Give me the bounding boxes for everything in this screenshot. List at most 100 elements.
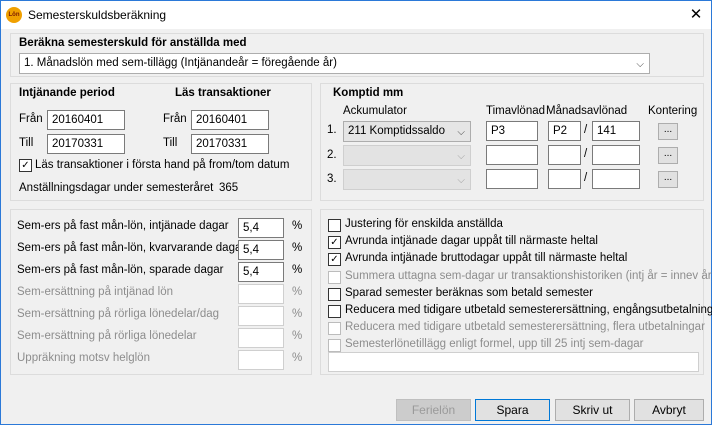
option-checkbox[interactable] bbox=[328, 219, 341, 232]
comp-heading: Komptid mm bbox=[333, 87, 404, 99]
close-icon[interactable]: ✕ bbox=[683, 3, 709, 25]
col-posting: Kontering bbox=[648, 105, 698, 117]
percent-unit: % bbox=[292, 264, 303, 276]
cancel-button[interactable]: Avbryt bbox=[634, 399, 704, 421]
monthly-input-b-1[interactable]: 141 bbox=[592, 121, 640, 141]
rate-label: Sem-ers på fast mån-lön, intjänade dagar bbox=[17, 220, 229, 232]
rates-group: Sem-ers på fast mån-lön, intjänade dagar… bbox=[10, 209, 312, 375]
comp-row-num: 3. bbox=[327, 173, 337, 185]
chevron-down-icon: ⌵ bbox=[457, 175, 465, 186]
monthly-input-a-1[interactable]: P2 bbox=[548, 121, 581, 141]
accumulator-select-3[interactable]: ⌵ bbox=[343, 169, 471, 190]
employment-days-value: 365 bbox=[219, 182, 239, 194]
title-bar: Lön Semesterskuldsberäkning ✕ bbox=[1, 1, 711, 29]
rate-label: Sem-ersättning på rörliga lönedelar bbox=[17, 330, 197, 342]
hourly-input-1[interactable]: P3 bbox=[486, 121, 538, 141]
earning-from-input[interactable]: 20160401 bbox=[47, 110, 125, 130]
monthly-input-b-2[interactable] bbox=[592, 145, 640, 165]
options-group: Justering för enskilda anställda ✓ Avrunda… bbox=[320, 209, 712, 375]
option-checkbox[interactable]: ✓ bbox=[328, 253, 341, 267]
col-accumulator: Ackumulator bbox=[343, 105, 407, 117]
accumulator-select-2[interactable]: ⌵ bbox=[343, 145, 471, 166]
reading-from-label: Från bbox=[163, 113, 187, 125]
accumulator-value-1: 211 Komptidssaldo bbox=[348, 125, 445, 137]
percent-unit: % bbox=[292, 242, 303, 254]
chevron-down-icon: ⌵ bbox=[457, 127, 465, 138]
slash-separator: / bbox=[584, 172, 588, 184]
rate-label: Sem-ers på fast mån-lön, sparade dagar bbox=[17, 264, 224, 276]
slash-separator: / bbox=[584, 124, 588, 136]
posting-button-1[interactable]: ... bbox=[658, 123, 678, 140]
option-label: Reducera med tidigare utbetald semestere… bbox=[345, 321, 705, 334]
option-checkbox[interactable] bbox=[328, 287, 341, 301]
method-selected: 1. Månadslön med sem-tillägg (Intjänande… bbox=[24, 57, 337, 69]
percent-unit: % bbox=[292, 330, 303, 342]
print-button[interactable]: Skriv ut bbox=[555, 399, 630, 421]
window-title: Semesterskuldsberäkning bbox=[28, 8, 167, 22]
percent-unit: % bbox=[292, 286, 303, 298]
percent-unit: % bbox=[292, 352, 303, 364]
reading-heading: Läs transaktioner bbox=[175, 87, 271, 99]
rate-label: Sem-ersättning på intjänad lön bbox=[17, 286, 173, 298]
chevron-down-icon: ⌵ bbox=[636, 59, 644, 70]
option-checkbox[interactable]: ✓ bbox=[328, 236, 341, 250]
method-heading: Beräkna semesterskuld för anställda med bbox=[19, 37, 247, 49]
comp-group: Komptid mm Ackumulator Timavlönad Månads… bbox=[320, 83, 704, 201]
option-label: Summera uttagna sem-dagar ur transaktion… bbox=[345, 269, 712, 282]
errors-button[interactable]: Ferielön bbox=[396, 399, 471, 421]
read-first-checkbox[interactable]: ✓ bbox=[19, 159, 32, 172]
posting-button-2[interactable]: ... bbox=[658, 147, 678, 164]
option-checkbox[interactable] bbox=[328, 270, 341, 284]
monthly-input-a-3[interactable] bbox=[548, 169, 581, 189]
read-first-label: Läs transaktioner i första hand på from/… bbox=[35, 159, 290, 171]
dialog-window: Lön Semesterskuldsberäkning ✕ Beräkna se… bbox=[0, 0, 712, 425]
rate-label: Sem-ersättning på rörliga lönedelar/dag bbox=[17, 308, 220, 320]
rate-input[interactable]: 5,4 bbox=[238, 262, 284, 282]
earning-to-input[interactable]: 20170331 bbox=[47, 134, 125, 154]
save-button[interactable]: Spara bbox=[475, 399, 550, 421]
reading-from-input[interactable]: 20160401 bbox=[191, 110, 269, 130]
app-logo-icon: Lön bbox=[6, 7, 22, 23]
formula-input[interactable] bbox=[328, 352, 699, 372]
accumulator-select-1[interactable]: 211 Komptidssaldo ⌵ bbox=[343, 121, 471, 142]
col-hourly: Timavlönad bbox=[486, 105, 546, 117]
employment-days-label: Anställningsdagar under semesteråret bbox=[19, 182, 214, 194]
comp-row-num: 1. bbox=[327, 124, 337, 136]
rate-label: Sem-ers på fast mån-lön, kvarvarande dag… bbox=[17, 242, 246, 254]
option-checkbox[interactable] bbox=[328, 339, 341, 353]
slash-separator: / bbox=[584, 148, 588, 160]
percent-unit: % bbox=[292, 308, 303, 320]
rate-input[interactable] bbox=[238, 284, 284, 304]
earning-to-label: Till bbox=[19, 137, 34, 149]
option-label: Avrunda intjänade bruttodagar uppåt till… bbox=[345, 252, 628, 265]
period-group: Intjänande period Från 20160401 Till 201… bbox=[10, 83, 312, 201]
earning-from-label: Från bbox=[19, 113, 43, 125]
monthly-input-b-3[interactable] bbox=[592, 169, 640, 189]
rate-input[interactable] bbox=[238, 328, 284, 348]
option-checkbox[interactable] bbox=[328, 305, 341, 318]
method-select[interactable]: 1. Månadslön med sem-tillägg (Intjänande… bbox=[19, 53, 650, 74]
col-monthly: Månadsavlönad bbox=[546, 105, 628, 117]
earning-heading: Intjänande period bbox=[19, 87, 115, 99]
rate-input[interactable] bbox=[238, 306, 284, 326]
hourly-input-3[interactable] bbox=[486, 169, 538, 189]
option-label: Sparad semester beräknas som betald seme… bbox=[345, 286, 594, 299]
posting-button-3[interactable]: ... bbox=[658, 171, 678, 188]
rate-label: Uppräkning motsv helglön bbox=[17, 352, 150, 364]
option-checkbox[interactable] bbox=[328, 322, 341, 336]
option-label: Semesterlönetillägg enligt formel, upp t… bbox=[345, 338, 644, 351]
reading-to-input[interactable]: 20170331 bbox=[191, 134, 269, 154]
option-label: Reducera med tidigare utbetald semestere… bbox=[345, 304, 712, 316]
rate-input[interactable]: 5,4 bbox=[238, 218, 284, 238]
rate-input[interactable]: 5,4 bbox=[238, 240, 284, 260]
option-label: Avrunda intjänade dagar uppåt till närma… bbox=[345, 235, 598, 248]
hourly-input-2[interactable] bbox=[486, 145, 538, 165]
reading-to-label: Till bbox=[163, 137, 178, 149]
monthly-input-a-2[interactable] bbox=[548, 145, 581, 165]
chevron-down-icon: ⌵ bbox=[457, 151, 465, 162]
rate-input[interactable] bbox=[238, 350, 284, 370]
option-label: Justering för enskilda anställda bbox=[345, 218, 503, 230]
method-group: Beräkna semesterskuld för anställda med … bbox=[10, 33, 704, 77]
comp-row-num: 2. bbox=[327, 149, 337, 161]
percent-unit: % bbox=[292, 220, 303, 232]
